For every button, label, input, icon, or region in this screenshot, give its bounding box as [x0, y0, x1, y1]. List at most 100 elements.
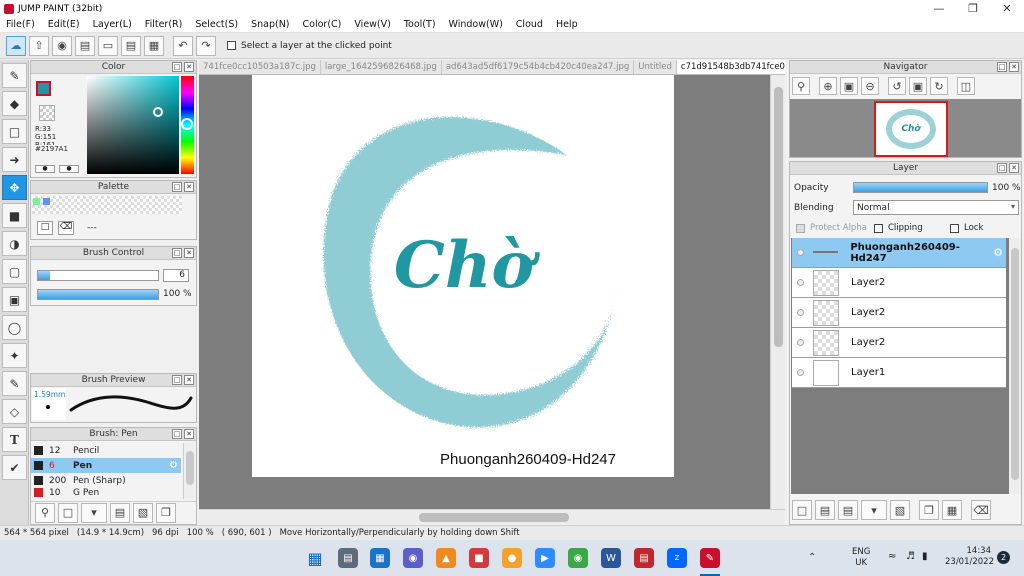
tab-document-3[interactable]: ad643ad5df6179c54b4cb420c40ea247.jpg [442, 60, 635, 74]
merge-icon[interactable]: ▦ [942, 500, 962, 520]
palette-swatch[interactable] [42, 198, 50, 205]
panel-close-icon[interactable]: ✕ [184, 375, 194, 385]
brush-item-g-pen[interactable]: 10 G Pen [31, 488, 181, 498]
undock-icon[interactable]: □ [172, 182, 182, 192]
panel-close-icon[interactable]: ✕ [1009, 62, 1019, 72]
flip-icon[interactable]: ◫ [957, 77, 975, 95]
rectangle-icon[interactable]: □ [2, 119, 27, 144]
notification-badge[interactable]: 2 [997, 551, 1010, 564]
menu-cloud[interactable]: Cloud [516, 19, 543, 30]
palette-swatch[interactable] [33, 198, 40, 205]
tool-app-icon[interactable]: ▤ [634, 548, 654, 568]
select-pen-icon[interactable]: ✎ [2, 371, 27, 396]
comment-icon[interactable]: ◉ [52, 35, 72, 56]
redo-icon[interactable]: ↷ [196, 35, 216, 56]
undock-icon[interactable]: □ [172, 429, 182, 439]
menu-edit[interactable]: Edit(E) [48, 19, 80, 30]
tab-document-2[interactable]: large_1642596826468.jpg [321, 60, 442, 74]
zoom-in-icon[interactable]: ⊕ [819, 77, 837, 95]
undock-icon[interactable]: □ [172, 62, 182, 72]
chrome-icon[interactable]: ◉ [568, 548, 588, 568]
menu-file[interactable]: File(F) [6, 19, 35, 30]
brush-opacity-slider[interactable] [37, 289, 159, 300]
new-layer-3-icon[interactable]: ▤ [838, 500, 858, 520]
eraser-icon[interactable]: ◆ [2, 91, 27, 116]
brush-icon[interactable]: ✎ [2, 63, 27, 88]
chat-app-icon[interactable]: ◉ [403, 548, 423, 568]
menu-view[interactable]: View(V) [354, 19, 390, 30]
grid-icon[interactable]: ▦ [144, 35, 164, 56]
tab-document-active[interactable]: c71d91548b3db741fce0cc10503a187c.jpg [676, 60, 785, 74]
rotate-right-icon[interactable]: ↻ [930, 77, 948, 95]
layer-row[interactable]: Layer2 [792, 328, 1006, 358]
magic-wand-icon[interactable]: ✦ [2, 343, 27, 368]
blending-select[interactable]: Normal ▾ [853, 200, 1019, 215]
palette-grid[interactable] [32, 196, 182, 214]
vertical-scrollbar[interactable] [770, 75, 785, 509]
tab-document-1[interactable]: 741fce0cc10503a187c.jpg [199, 60, 321, 74]
select-layer-checkbox[interactable]: Select a layer at the clicked point [227, 41, 392, 51]
canvas-paper[interactable]: Chờ Phuonganh260409-Hd247 [252, 75, 674, 477]
brush-doc-icon[interactable]: ▤ [110, 502, 130, 523]
language-indicator[interactable]: ENG UK [852, 547, 870, 569]
clock[interactable]: 14:34 23/01/2022 [945, 546, 994, 568]
layer-list-scrollbar[interactable] [1009, 238, 1021, 494]
tab-untitled[interactable]: Untitled [634, 60, 677, 74]
new-palette-icon[interactable]: □ [37, 221, 53, 235]
layer-row[interactable]: Layer2 [792, 298, 1006, 328]
menu-snap[interactable]: Snap(N) [251, 19, 289, 30]
layer-row[interactable]: Layer1 [792, 358, 1006, 388]
maximize-icon[interactable]: ❐ [956, 0, 990, 17]
wifi-icon[interactable]: ≈ [888, 551, 896, 562]
zalo-icon[interactable]: Z [667, 548, 687, 568]
document-icon[interactable]: ▤ [121, 35, 141, 56]
delete-layer-icon[interactable]: ⌫ [971, 500, 991, 520]
battery-icon[interactable]: ▮ [922, 551, 928, 562]
bucket-icon[interactable]: ◑ [2, 231, 27, 256]
panel-close-icon[interactable]: ✕ [184, 248, 194, 258]
main-color-swatch[interactable] [36, 81, 51, 96]
task-view-icon[interactable]: ▤ [338, 548, 358, 568]
fit-icon[interactable]: ▣ [840, 77, 858, 95]
panel-close-icon[interactable]: ✕ [184, 429, 194, 439]
visibility-icon[interactable] [797, 369, 804, 376]
undock-icon[interactable]: □ [997, 163, 1007, 173]
menu-help[interactable]: Help [556, 19, 578, 30]
color-picker-cursor[interactable] [153, 107, 163, 117]
layer-menu-icon[interactable]: ▾ [861, 500, 887, 520]
page-icon[interactable]: ▭ [98, 35, 118, 56]
undo-icon[interactable]: ↶ [173, 35, 193, 56]
cloud-icon[interactable]: ☁ [6, 35, 26, 56]
brush-size-value[interactable]: 6 [163, 269, 189, 282]
reset-rotation-icon[interactable]: ▣ [909, 77, 927, 95]
fill-rect-icon[interactable]: ■ [2, 203, 27, 228]
saturation-value-box[interactable] [87, 76, 179, 174]
brush-size-slider[interactable] [37, 270, 159, 281]
horizontal-scrollbar[interactable] [199, 509, 785, 524]
line-icon[interactable]: ➜ [2, 147, 27, 172]
windows-start-icon[interactable]: ▦ [305, 548, 325, 568]
layer-opacity-slider[interactable] [853, 182, 988, 193]
layer-row[interactable]: Phuonganh260409-Hd247 ⚙ [792, 238, 1006, 268]
zoom-app-icon[interactable]: ▶ [535, 548, 555, 568]
volume-icon[interactable]: ♬ [906, 551, 915, 562]
menu-select[interactable]: Select(S) [195, 19, 238, 30]
undock-icon[interactable]: □ [997, 62, 1007, 72]
chevron-up-icon[interactable]: ⌃ [808, 552, 816, 563]
visibility-icon[interactable] [797, 279, 804, 286]
clipping-checkbox[interactable]: Clipping [874, 223, 923, 233]
close-icon[interactable]: ✕ [990, 0, 1024, 17]
lasso-icon[interactable]: ◯ [2, 315, 27, 340]
select-rect-icon[interactable]: ▣ [2, 287, 27, 312]
color-mode-button-1[interactable]: ● [35, 165, 55, 173]
move-icon[interactable]: ✥ [2, 175, 27, 200]
text-icon[interactable]: T [2, 427, 27, 452]
visibility-icon[interactable] [797, 339, 804, 346]
hue-cursor[interactable] [181, 118, 193, 130]
visibility-icon[interactable] [797, 249, 804, 256]
transparent-swatch[interactable] [39, 105, 55, 121]
panel-close-icon[interactable]: ✕ [1009, 163, 1019, 173]
new-layer-2-icon[interactable]: ▤ [815, 500, 835, 520]
undock-icon[interactable]: □ [172, 375, 182, 385]
menu-tool[interactable]: Tool(T) [404, 19, 436, 30]
